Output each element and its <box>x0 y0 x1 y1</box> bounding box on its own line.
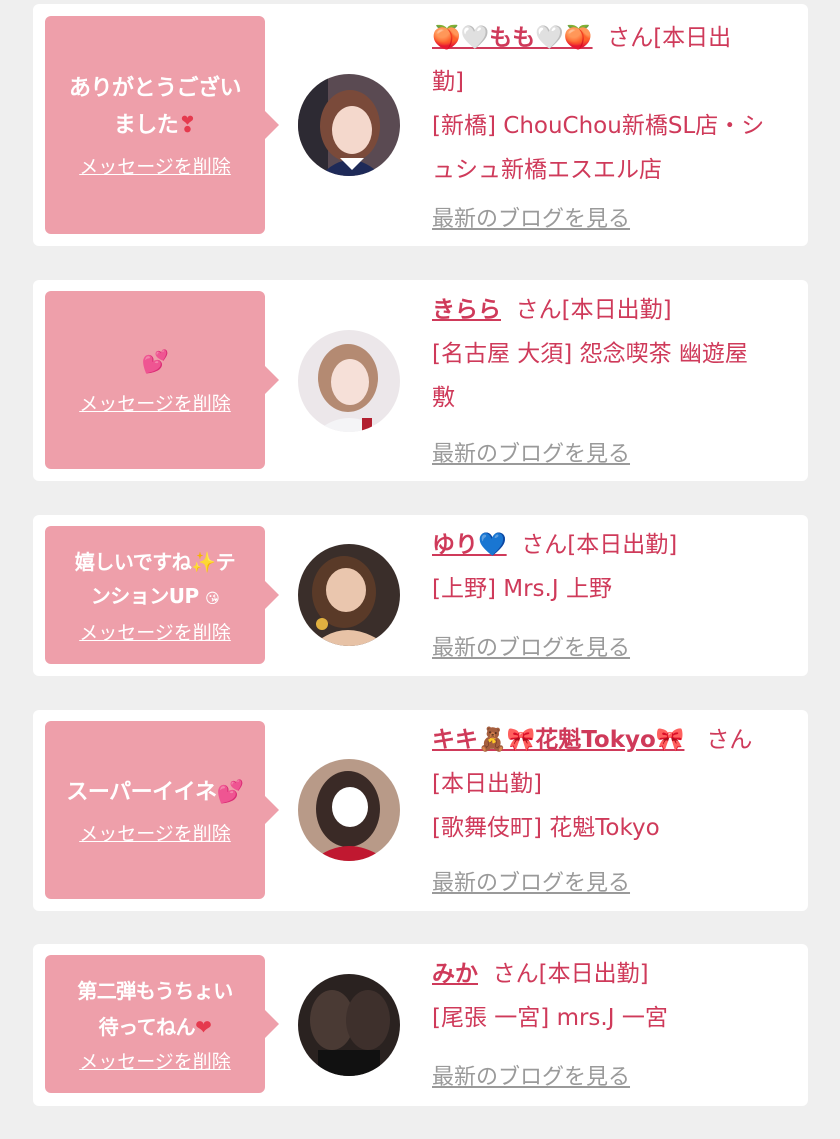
delete-message-link[interactable]: メッセージを削除 <box>79 154 231 180</box>
message-bubble: スーパーイイネ💕 メッセージを削除 <box>45 721 279 899</box>
delete-message-link[interactable]: メッセージを削除 <box>79 620 231 646</box>
status-text: [本日出勤] <box>567 532 678 558</box>
message-text: 嬉しいですね✨テ ンションUP 😘 <box>74 549 236 608</box>
girl-name-link[interactable]: きらら <box>432 297 501 323</box>
latest-blog-link[interactable]: 最新のブログを見る <box>432 630 630 662</box>
honorific: さん <box>706 727 753 753</box>
girl-name-link[interactable]: 🍑🤍もも🤍🍑 <box>432 25 593 51</box>
latest-blog-link[interactable]: 最新のブログを見る <box>432 1059 630 1091</box>
avatar[interactable] <box>298 74 400 176</box>
avatar-photo-icon <box>298 759 400 861</box>
avatar-photo-icon <box>298 74 400 176</box>
avatar[interactable] <box>298 330 400 432</box>
avatar[interactable] <box>298 759 400 861</box>
message-text: 第二弾もうちょい 待ってねん❤ <box>77 979 233 1039</box>
latest-blog-link[interactable]: 最新のブログを見る <box>432 436 630 468</box>
delete-message-link[interactable]: メッセージを削除 <box>79 821 231 847</box>
shop-text: [上野] Mrs.J 上野 <box>432 576 612 602</box>
message-bubble: 💕 メッセージを削除 <box>45 291 279 469</box>
girl-name-link[interactable]: みか <box>432 961 478 987</box>
avatar-photo-icon <box>298 330 400 432</box>
girl-info: キキ🧸🎀花魁Tokyo🎀 さん [本日出勤] [歌舞伎町] 花魁Tokyo <box>432 718 798 850</box>
message-text: スーパーイイネ💕 <box>66 779 244 805</box>
status-text-cont: 勤] <box>432 69 464 95</box>
latest-blog-link[interactable]: 最新のブログを見る <box>432 201 630 233</box>
delete-message-link[interactable]: メッセージを削除 <box>79 1049 231 1075</box>
status-text: [本日出勤] <box>561 297 672 323</box>
delete-message-link[interactable]: メッセージを削除 <box>79 391 231 417</box>
status-text-cont: [本日出勤] <box>432 771 542 797</box>
status-text: [本日出 <box>653 25 732 51</box>
girl-info: 🍑🤍もも🤍🍑 さん[本日出 勤] [新橋] ChouChou新橋SL店・シ ュシ… <box>432 16 798 192</box>
page: { "delete_label": "メッセージを削除", "blog_labe… <box>0 0 840 1139</box>
shop-text: [歌舞伎町] 花魁Tokyo <box>432 815 660 841</box>
girl-info: ゆり💙 さん[本日出勤] [上野] Mrs.J 上野 <box>432 523 798 611</box>
shop-text: [名古屋 大須] 怨念喫茶 幽遊屋 <box>432 341 748 367</box>
favorite-card: 第二弾もうちょい 待ってねん❤ メッセージを削除 みか さん[本日出勤] [尾張… <box>33 944 808 1106</box>
shop-text-cont: ュシュ新橋エスエル店 <box>432 157 662 183</box>
favorite-card: 嬉しいですね✨テ ンションUP 😘 メッセージを削除 ゆり💙 さん[本日出勤] … <box>33 515 808 676</box>
girl-info: みか さん[本日出勤] [尾張 一宮] mrs.J 一宮 <box>432 952 798 1040</box>
girl-info: きらら さん[本日出勤] [名古屋 大須] 怨念喫茶 幽遊屋 敷 <box>432 288 798 420</box>
favorite-card: スーパーイイネ💕 メッセージを削除 キキ🧸🎀花魁Tokyo🎀 さん [本日出勤]… <box>33 710 808 911</box>
favorite-card: ありがとうござい ました❣ メッセージを削除 🍑🤍もも🤍🍑 さん[本日出 勤] … <box>33 4 808 246</box>
message-text: ありがとうござい ました❣ <box>68 76 242 138</box>
honorific: さん <box>521 532 568 558</box>
avatar[interactable] <box>298 974 400 1076</box>
shop-text: [新橋] ChouChou新橋SL店・シ <box>432 113 765 139</box>
message-bubble: ありがとうござい ました❣ メッセージを削除 <box>45 16 279 234</box>
girl-name-link[interactable]: ゆり💙 <box>432 532 507 558</box>
honorific: さん <box>515 297 562 323</box>
girl-name-link[interactable]: キキ🧸🎀花魁Tokyo🎀 <box>432 727 684 753</box>
latest-blog-link[interactable]: 最新のブログを見る <box>432 865 630 897</box>
honorific: さん <box>492 961 539 987</box>
message-text: 💕 <box>141 349 169 375</box>
message-bubble: 嬉しいですね✨テ ンションUP 😘 メッセージを削除 <box>45 526 279 664</box>
avatar[interactable] <box>298 544 400 646</box>
shop-text: [尾張 一宮] mrs.J 一宮 <box>432 1005 668 1031</box>
message-bubble: 第二弾もうちょい 待ってねん❤ メッセージを削除 <box>45 955 279 1093</box>
avatar-photo-icon <box>298 974 400 1076</box>
shop-text-cont: 敷 <box>432 385 455 411</box>
honorific: さん <box>607 25 654 51</box>
avatar-photo-icon <box>298 544 400 646</box>
favorite-card: 💕 メッセージを削除 きらら さん[本日出勤] [名古屋 大須] 怨念喫茶 幽遊… <box>33 280 808 481</box>
status-text: [本日出勤] <box>538 961 649 987</box>
